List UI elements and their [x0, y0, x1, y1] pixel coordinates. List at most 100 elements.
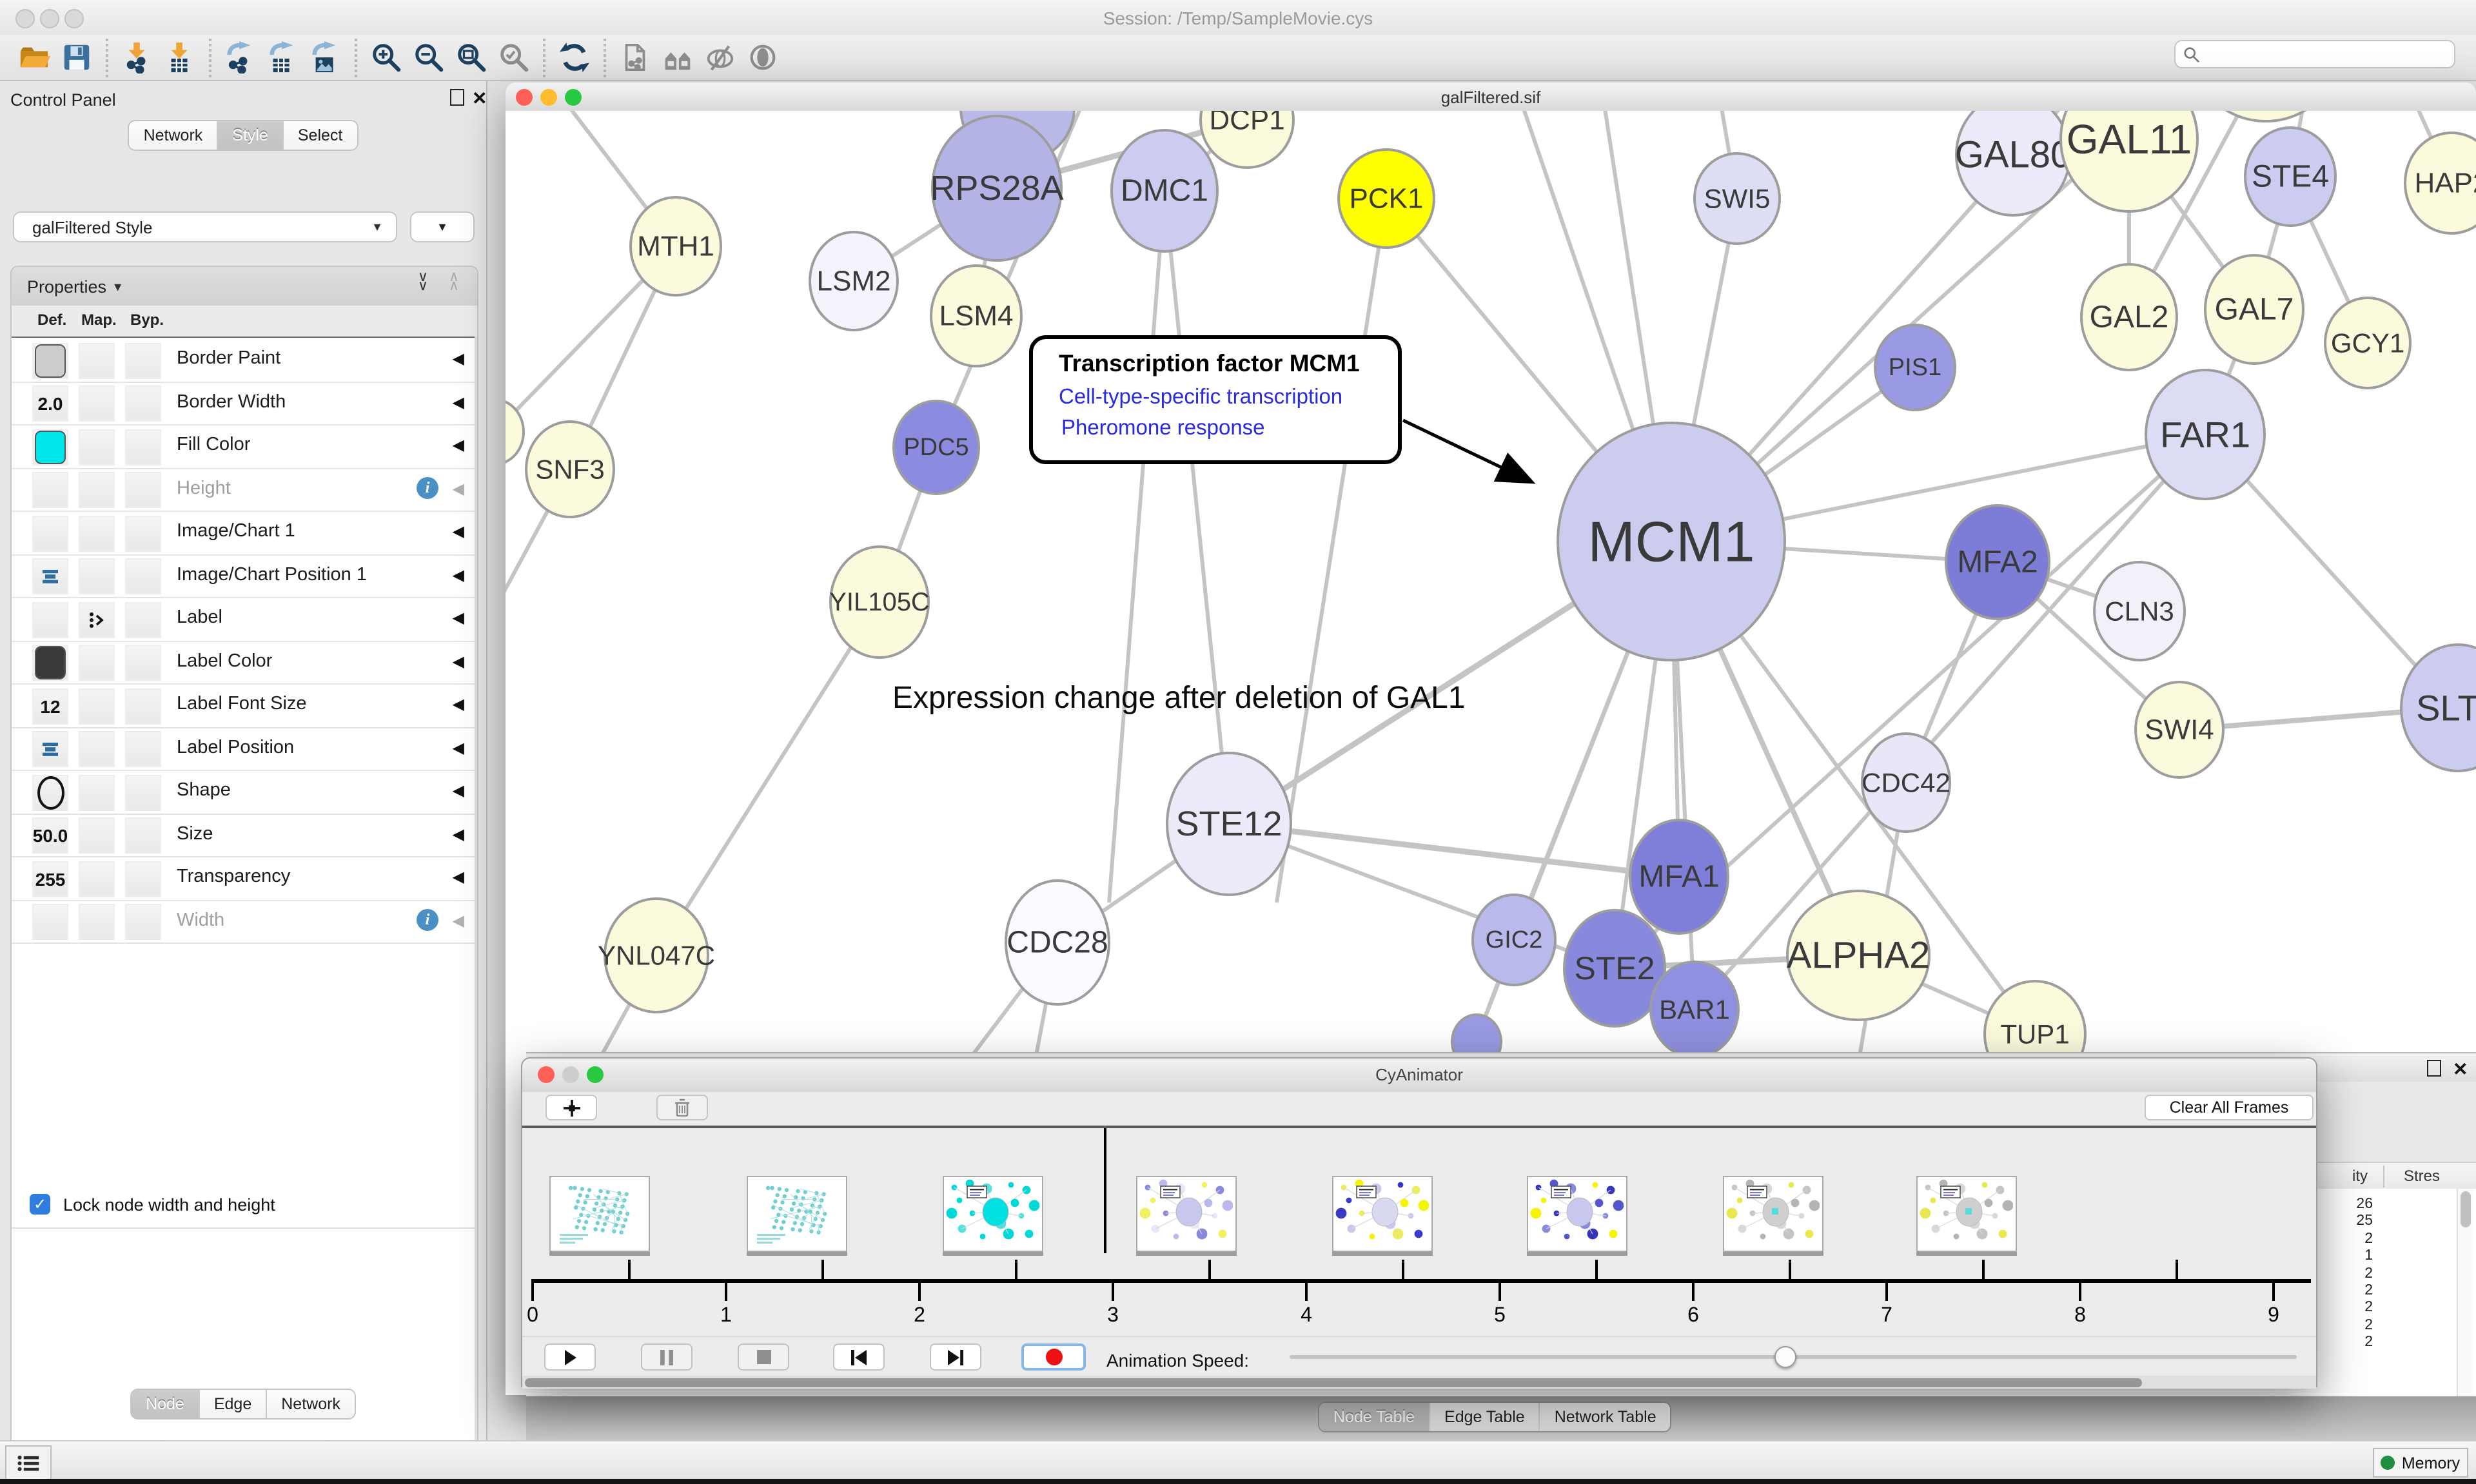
info-icon[interactable]: i	[417, 476, 438, 498]
record-button[interactable]	[1021, 1343, 1086, 1371]
expand-property-icon[interactable]: ◀	[453, 479, 464, 497]
float-panel-icon[interactable]	[2427, 1060, 2441, 1077]
expand-property-icon[interactable]: ◀	[453, 349, 464, 367]
tab-node[interactable]: Node	[132, 1390, 200, 1418]
zoom-selected-icon[interactable]	[493, 38, 535, 77]
property-row-shape[interactable]: Shape◀	[12, 770, 475, 814]
expand-property-icon[interactable]: ◀	[453, 565, 464, 583]
timeline[interactable]: 0123456789 Seconds	[522, 1128, 2316, 1336]
property-row-height[interactable]: Heighti◀	[12, 467, 475, 512]
search-input[interactable]	[2200, 44, 2437, 64]
table-scrollbar[interactable]	[2457, 1189, 2473, 1396]
delete-frame-button[interactable]	[656, 1095, 708, 1120]
expand-property-icon[interactable]: ◀	[453, 652, 464, 670]
zoom-out-icon[interactable]	[408, 38, 450, 77]
task-history-button[interactable]	[5, 1445, 52, 1480]
property-row-label-color[interactable]: Label Color◀	[12, 640, 475, 685]
property-row-label-font-size[interactable]: 12Label Font Size◀	[12, 683, 475, 728]
expand-property-icon[interactable]: ◀	[453, 825, 464, 843]
pause-button[interactable]	[641, 1343, 693, 1371]
tab-select[interactable]: Select	[284, 121, 357, 150]
tab-network-table[interactable]: Network Table	[1540, 1403, 1671, 1431]
info-icon[interactable]: i	[417, 908, 438, 930]
properties-header[interactable]: Properties ▾ ∨∨ ∧∧	[12, 267, 477, 306]
export-table-icon[interactable]	[262, 38, 304, 77]
playhead[interactable]	[1104, 1128, 1106, 1253]
network-edge[interactable]	[656, 602, 879, 955]
open-session-icon[interactable]	[13, 38, 55, 77]
frame-thumbnail-2[interactable]	[943, 1176, 1043, 1252]
speed-slider-thumb[interactable]	[1774, 1346, 1796, 1368]
property-row-size[interactable]: 50.0Size◀	[12, 813, 475, 857]
annotation-box[interactable]: Transcription factor MCM1 Cell-type-spec…	[1029, 335, 1402, 464]
show-icon[interactable]	[742, 38, 784, 77]
expand-property-icon[interactable]: ◀	[453, 868, 464, 886]
expand-property-icon[interactable]: ◀	[453, 609, 464, 627]
expand-property-icon[interactable]: ◀	[453, 695, 464, 713]
column-ity[interactable]: ity	[2332, 1167, 2368, 1185]
skip-end-button[interactable]	[930, 1343, 981, 1371]
expand-property-icon[interactable]: ◀	[453, 911, 464, 929]
tab-edge[interactable]: Edge	[200, 1390, 267, 1418]
property-row-image-chart-position-1[interactable]: Image/Chart Position 1◀	[12, 554, 475, 598]
tab-network[interactable]: Network	[130, 121, 219, 150]
network-edge[interactable]	[1164, 191, 1229, 824]
search-box[interactable]	[2174, 40, 2455, 68]
frame-thumbnail-4[interactable]	[1332, 1176, 1433, 1252]
tab-node-table[interactable]: Node Table	[1319, 1403, 1430, 1431]
network-edge[interactable]	[1277, 199, 1386, 903]
property-row-label-position[interactable]: Label Position◀	[12, 727, 475, 771]
cyanimator-titlebar[interactable]: CyAnimator	[522, 1059, 2316, 1093]
close-panel-icon[interactable]: ✕	[2453, 1062, 2468, 1077]
expand-property-icon[interactable]: ◀	[453, 393, 464, 411]
lock-size-checkbox[interactable]: ✓	[30, 1194, 50, 1215]
stop-button[interactable]	[738, 1343, 789, 1371]
tab-edge-table[interactable]: Edge Table	[1430, 1403, 1540, 1431]
scrollbar-thumb[interactable]	[2461, 1191, 2471, 1227]
frame-thumbnail-7[interactable]	[1916, 1176, 2017, 1252]
expand-property-icon[interactable]: ◀	[453, 436, 464, 454]
network-node-topY[interactable]	[2194, 111, 2338, 121]
add-frame-button[interactable]	[545, 1095, 597, 1120]
expand-property-icon[interactable]: ◀	[453, 522, 464, 540]
column-divider[interactable]	[2383, 1166, 2384, 1187]
property-row-border-paint[interactable]: Border Paint◀	[12, 338, 475, 382]
tab-style[interactable]: Style	[218, 121, 284, 150]
network-node-leftY[interactable]	[506, 400, 524, 464]
close-panel-icon[interactable]: ✕	[472, 92, 487, 106]
property-row-border-width[interactable]: 2.0Border Width◀	[12, 381, 475, 425]
play-button[interactable]	[544, 1343, 596, 1371]
tab-network-style[interactable]: Network	[267, 1390, 355, 1418]
skip-start-button[interactable]	[833, 1343, 885, 1371]
frame-thumbnail-3[interactable]	[1136, 1176, 1237, 1252]
network-edge[interactable]	[1109, 191, 1164, 903]
annotation-link-2[interactable]: Pheromone response	[1061, 416, 1265, 441]
network-window-titlebar[interactable]: galFiltered.sif	[506, 83, 2476, 112]
property-row-transparency[interactable]: 255Transparency◀	[12, 856, 475, 901]
export-image-icon[interactable]	[304, 38, 347, 77]
refresh-icon[interactable]	[553, 38, 596, 77]
frame-thumbnail-6[interactable]	[1723, 1176, 1823, 1252]
import-network-icon[interactable]	[116, 38, 159, 77]
expand-property-icon[interactable]: ◀	[453, 738, 464, 756]
column-stress[interactable]: Stres	[2404, 1167, 2440, 1185]
zoom-fit-icon[interactable]	[450, 38, 493, 77]
expand-all-icon[interactable]: ∨∨	[418, 273, 426, 291]
collapse-all-icon[interactable]: ∧∧	[449, 273, 457, 291]
save-session-icon[interactable]	[55, 38, 98, 77]
frame-thumbnail-5[interactable]	[1527, 1176, 1627, 1252]
clear-all-frames-button[interactable]: Clear All Frames	[2145, 1095, 2314, 1120]
annotation-link-1[interactable]: Cell-type-specific transcription	[1059, 386, 1342, 410]
property-row-fill-color[interactable]: Fill Color◀	[12, 424, 475, 469]
network-snapshot-icon[interactable]	[614, 38, 656, 77]
zoom-in-icon[interactable]	[365, 38, 408, 77]
style-selector[interactable]: galFiltered Style ▼	[13, 211, 397, 242]
frame-thumbnail-0[interactable]	[549, 1176, 650, 1252]
style-options-button[interactable]: ▼	[410, 211, 475, 242]
hide-icon[interactable]	[699, 38, 742, 77]
find-icon[interactable]	[656, 38, 699, 77]
expand-property-icon[interactable]: ◀	[453, 781, 464, 799]
timeline-scrollbar[interactable]	[522, 1376, 2316, 1389]
frame-thumbnail-1[interactable]	[747, 1176, 847, 1252]
float-panel-icon[interactable]	[450, 89, 464, 106]
